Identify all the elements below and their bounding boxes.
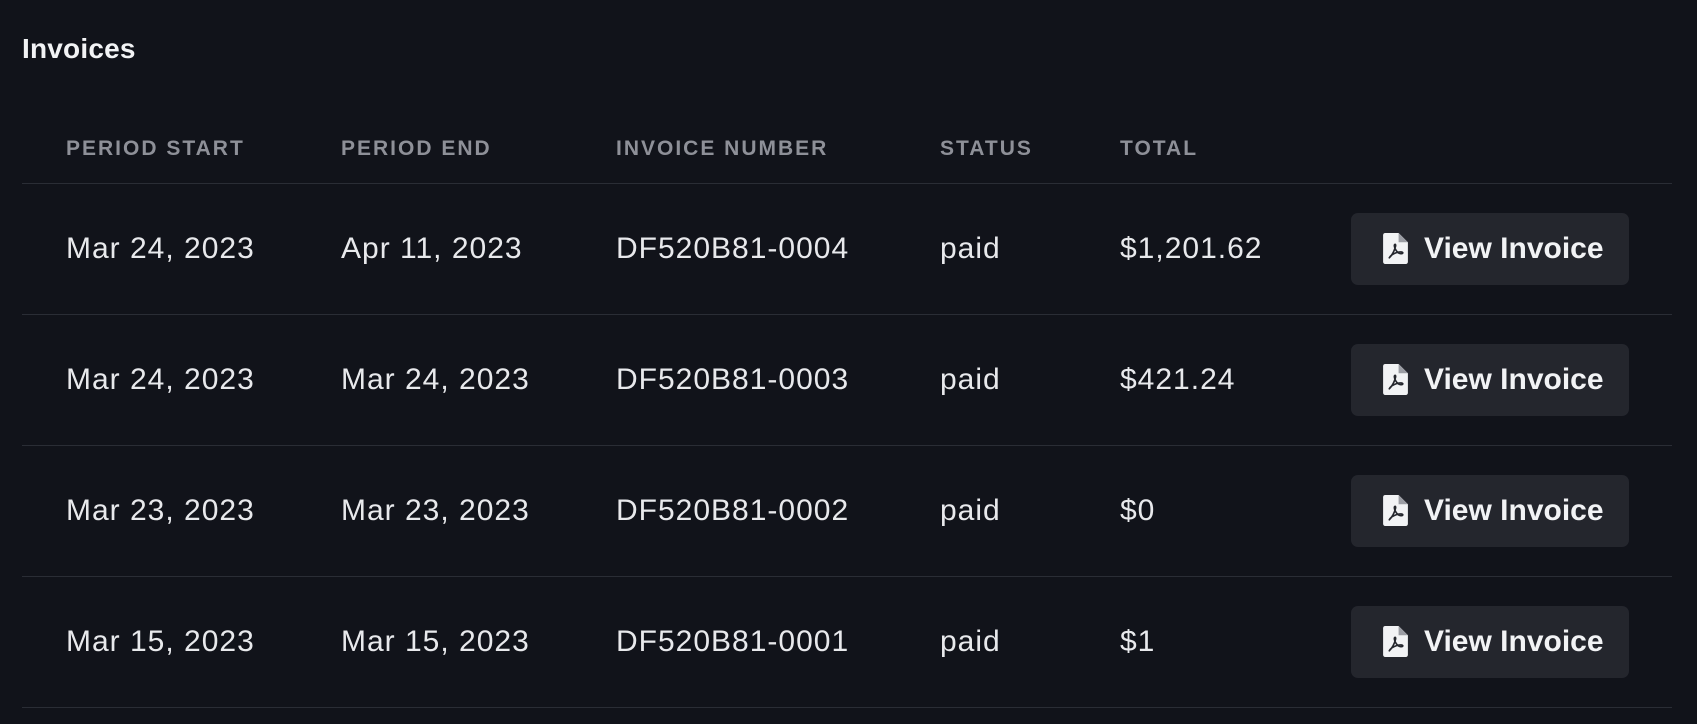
- period-start-cell: Mar 23, 2023: [66, 494, 255, 527]
- invoice-number-cell: DF520B81-0003: [616, 363, 850, 396]
- view-invoice-label: View Invoice: [1424, 232, 1604, 265]
- invoice-number-cell: DF520B81-0004: [616, 232, 850, 265]
- table-header: PERIOD START PERIOD END INVOICE NUMBER S…: [22, 110, 1672, 184]
- view-invoice-label: View Invoice: [1424, 625, 1604, 658]
- status-cell: paid: [940, 363, 1001, 396]
- period-start-cell: Mar 15, 2023: [66, 625, 255, 658]
- period-end-cell: Mar 24, 2023: [341, 363, 530, 396]
- period-end-cell: Mar 23, 2023: [341, 494, 530, 527]
- total-cell: $0: [1120, 494, 1156, 527]
- table-row: Mar 23, 2023 Mar 23, 2023 DF520B81-0002 …: [22, 446, 1672, 577]
- invoices-table: PERIOD START PERIOD END INVOICE NUMBER S…: [22, 110, 1672, 708]
- table-row: Mar 24, 2023 Mar 24, 2023 DF520B81-0003 …: [22, 315, 1672, 446]
- column-header-total: TOTAL: [1120, 137, 1199, 160]
- column-header-period-start: PERIOD START: [66, 137, 245, 160]
- view-invoice-label: View Invoice: [1424, 363, 1604, 396]
- view-invoice-button[interactable]: View Invoice: [1351, 475, 1629, 547]
- column-header-status: STATUS: [940, 137, 1033, 160]
- view-invoice-button[interactable]: View Invoice: [1351, 606, 1629, 678]
- view-invoice-button[interactable]: View Invoice: [1351, 213, 1629, 285]
- total-cell: $421.24: [1120, 363, 1236, 396]
- table-row: Mar 15, 2023 Mar 15, 2023 DF520B81-0001 …: [22, 577, 1672, 708]
- view-invoice-label: View Invoice: [1424, 494, 1604, 527]
- status-cell: paid: [940, 625, 1001, 658]
- period-start-cell: Mar 24, 2023: [66, 232, 255, 265]
- total-cell: $1: [1120, 625, 1156, 658]
- pdf-file-icon: [1383, 364, 1408, 395]
- period-start-cell: Mar 24, 2023: [66, 363, 255, 396]
- pdf-file-icon: [1383, 233, 1408, 264]
- invoice-number-cell: DF520B81-0002: [616, 494, 850, 527]
- pdf-file-icon: [1383, 626, 1408, 657]
- invoice-number-cell: DF520B81-0001: [616, 625, 850, 658]
- page-title: Invoices: [22, 33, 136, 64]
- column-header-invoice-number: INVOICE NUMBER: [616, 137, 829, 160]
- view-invoice-button[interactable]: View Invoice: [1351, 344, 1629, 416]
- period-end-cell: Apr 11, 2023: [341, 232, 523, 265]
- status-cell: paid: [940, 494, 1001, 527]
- column-header-period-end: PERIOD END: [341, 137, 492, 160]
- pdf-file-icon: [1383, 495, 1408, 526]
- total-cell: $1,201.62: [1120, 232, 1263, 265]
- invoices-page: Invoices PERIOD START PERIOD END INVOICE…: [0, 0, 1697, 724]
- status-cell: paid: [940, 232, 1001, 265]
- table-row: Mar 24, 2023 Apr 11, 2023 DF520B81-0004 …: [22, 184, 1672, 315]
- period-end-cell: Mar 15, 2023: [341, 625, 530, 658]
